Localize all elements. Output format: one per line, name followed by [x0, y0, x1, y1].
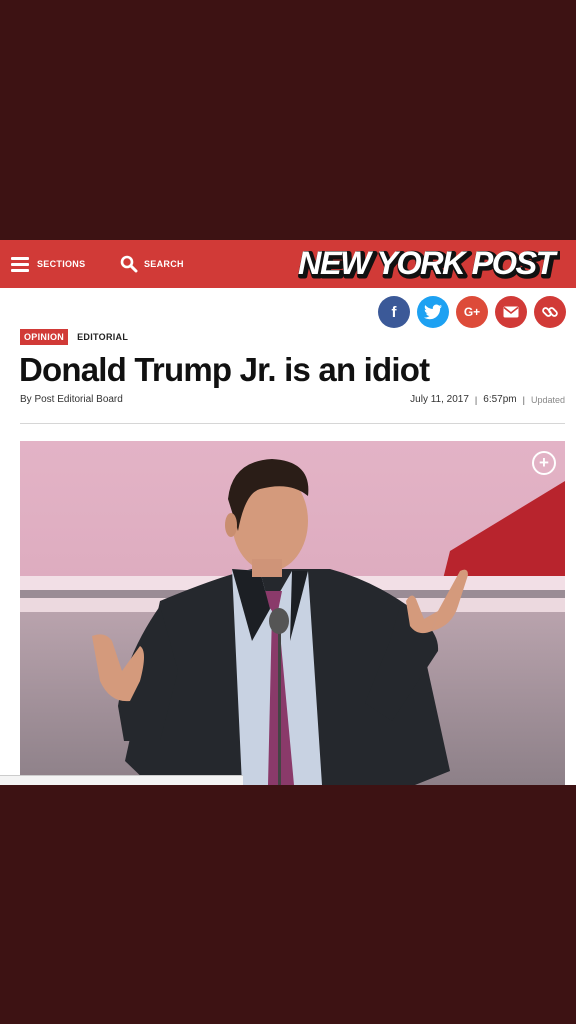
google-plus-share-button[interactable]: G+: [456, 296, 488, 328]
svg-text:NEW YORK POST: NEW YORK POST: [298, 245, 558, 281]
email-icon: [503, 306, 519, 318]
facebook-icon: f: [391, 303, 397, 321]
publish-time: 6:57pm: [483, 394, 517, 405]
site-header: SECTIONS SEARCH NEW YORK POST NEW YORK P…: [0, 240, 576, 288]
sections-menu-button[interactable]: SECTIONS: [11, 240, 85, 288]
photo-illustration: [20, 441, 565, 785]
updated-label: Updated: [530, 394, 565, 405]
article-meta: July 11, 2017 | 6:57pm | Updated: [410, 394, 565, 405]
copy-link-button[interactable]: [534, 296, 566, 328]
publish-date: July 11, 2017: [410, 394, 469, 405]
article-headline: Donald Trump Jr. is an idiot: [19, 351, 430, 388]
search-icon: [120, 255, 138, 273]
article-tags: OPINION EDITORIAL: [20, 329, 128, 345]
site-logo[interactable]: NEW YORK POST NEW YORK POST: [292, 243, 561, 286]
article-photo[interactable]: +: [20, 441, 565, 785]
twitter-share-button[interactable]: [417, 296, 449, 328]
sections-label: SECTIONS: [37, 259, 86, 269]
expand-image-button[interactable]: +: [532, 451, 556, 475]
opinion-badge[interactable]: OPINION: [20, 329, 69, 345]
article-screen: SECTIONS SEARCH NEW YORK POST NEW YORK P…: [0, 240, 576, 785]
facebook-share-button[interactable]: f: [378, 296, 410, 328]
email-share-button[interactable]: [495, 296, 527, 328]
divider: [20, 423, 565, 424]
caption-tab: [0, 775, 243, 785]
link-icon: [542, 307, 558, 317]
search-label: SEARCH: [144, 259, 184, 269]
byline[interactable]: By Post Editorial Board: [20, 394, 123, 405]
separator: |: [474, 394, 478, 405]
twitter-icon: [424, 304, 442, 320]
section-label[interactable]: EDITORIAL: [77, 332, 128, 342]
share-bar: f G+: [378, 296, 566, 328]
search-button[interactable]: SEARCH: [120, 240, 184, 288]
hamburger-icon: [11, 257, 29, 272]
google-plus-icon: G+: [463, 305, 481, 319]
separator: |: [522, 394, 525, 405]
